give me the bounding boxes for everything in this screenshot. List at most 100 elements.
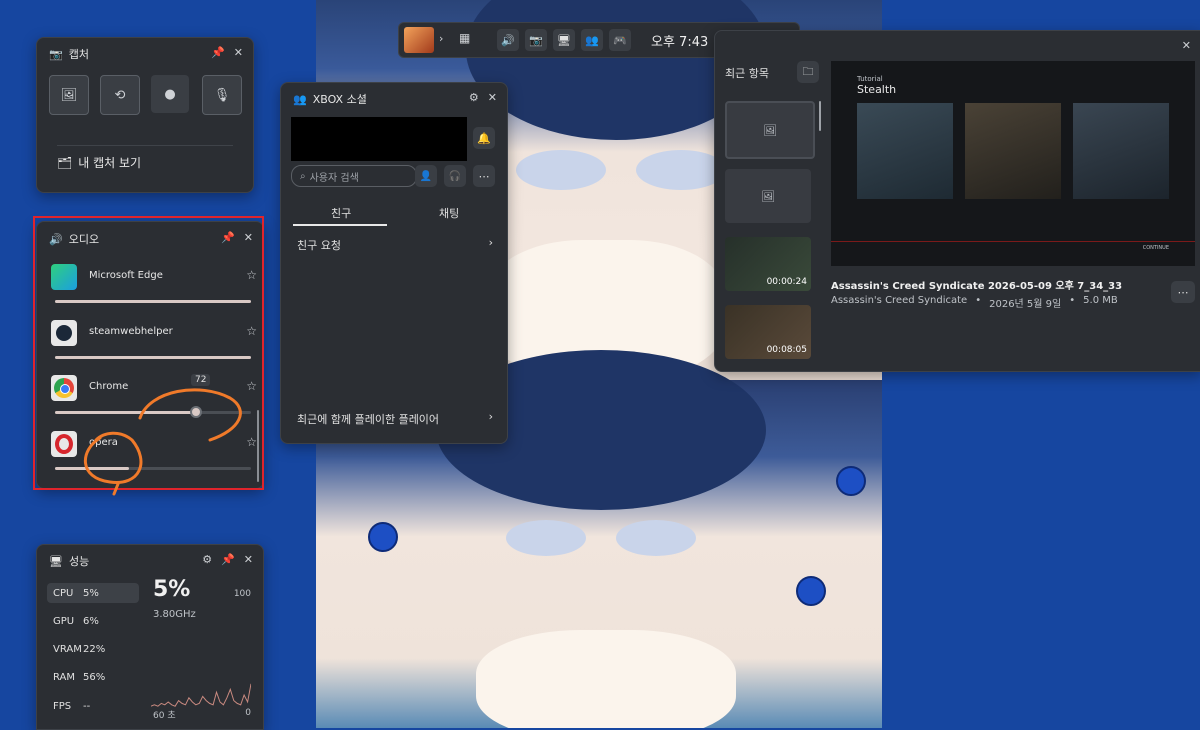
gallery-thumb[interactable]: 🖼: [725, 169, 811, 223]
chrome-icon: [51, 375, 77, 401]
view-captures-link[interactable]: 🗂 내 캡처 보기: [57, 154, 141, 171]
volume-slider-chrome[interactable]: [55, 406, 251, 418]
capture-title: 캡처: [68, 48, 89, 61]
favorite-star-icon[interactable]: ☆: [246, 268, 257, 282]
file-more-button[interactable]: ⋯: [1171, 281, 1195, 303]
audio-app-chrome: Chrome ☆ 72: [51, 374, 257, 421]
headset-button[interactable]: 🎧: [444, 165, 466, 187]
perf-row-vram[interactable]: VRAM 22%: [47, 639, 137, 659]
controller-icon: 🎮: [613, 33, 627, 47]
gallery-thumb[interactable]: 🖼: [725, 101, 815, 159]
volume-slider-edge[interactable]: [55, 300, 251, 303]
volume-slider-thumb[interactable]: [190, 406, 202, 418]
tab-friends[interactable]: 친구: [331, 205, 351, 221]
close-icon[interactable]: ✕: [244, 553, 253, 566]
graph-max-label: 100: [233, 589, 251, 599]
volume-tooltip: 72: [191, 374, 211, 386]
cpu-graph: [151, 683, 251, 707]
open-folder-button[interactable]: 🗀: [797, 61, 819, 83]
friend-requests-label: 친구 요청: [297, 239, 341, 252]
perf-row-ram[interactable]: RAM 56%: [47, 667, 137, 687]
app-name: Chrome: [89, 381, 129, 392]
perf-label: VRAM: [53, 643, 82, 655]
image-icon: 🖼: [761, 189, 775, 203]
add-friend-button[interactable]: 👤: [415, 165, 437, 187]
history-icon: ⟲: [114, 87, 126, 103]
record-button[interactable]: ●: [151, 75, 189, 113]
game-avatar[interactable]: [404, 27, 434, 53]
file-date: 2026년 5월 9일: [989, 299, 1062, 310]
perf-row-fps[interactable]: FPS --: [47, 696, 137, 716]
bell-icon: 🔔: [477, 131, 491, 145]
file-meta: Assassin's Creed Syndicate • 2026년 5월 9일…: [831, 295, 1118, 310]
file-game: Assassin's Creed Syndicate: [831, 295, 968, 306]
chevron-right-icon: ›: [488, 410, 493, 423]
volume-slider-steam[interactable]: [55, 356, 251, 359]
audio-widget: 🔊 오디오 📌 ✕ Microsoft Edge ☆ steamwebhelpe…: [36, 221, 264, 489]
profile-banner[interactable]: [291, 117, 467, 161]
perf-label: FPS: [53, 700, 72, 712]
app-name: steamwebhelper: [89, 326, 173, 337]
close-icon[interactable]: ✕: [234, 46, 243, 59]
microphone-toggle-button[interactable]: 🎙: [202, 75, 242, 115]
close-icon[interactable]: ✕: [488, 91, 497, 104]
record-dot-icon: ●: [164, 86, 176, 102]
graph-min-label: 0: [245, 708, 251, 718]
perf-value: 22%: [83, 643, 106, 655]
more-options-button[interactable]: ⋯: [473, 165, 495, 187]
settings-sliders-icon[interactable]: ⚙: [202, 553, 212, 566]
favorite-star-icon[interactable]: ☆: [246, 379, 257, 393]
recent-players-row[interactable]: 최근에 함께 플레이한 플레이어 ›: [297, 410, 493, 427]
pin-icon[interactable]: 📌: [221, 231, 235, 244]
pin-icon[interactable]: 📌: [211, 46, 225, 59]
close-icon[interactable]: ✕: [1182, 39, 1191, 52]
file-size: 5.0 MB: [1083, 295, 1118, 306]
capture-button[interactable]: 📷: [525, 29, 547, 51]
favorite-star-icon[interactable]: ☆: [246, 324, 257, 338]
close-icon[interactable]: ✕: [244, 231, 253, 244]
gallery-icon: 🗂: [57, 155, 73, 170]
notifications-button[interactable]: 🔔: [473, 127, 495, 149]
widget-menu-icon[interactable]: ▦: [459, 31, 470, 45]
mic-off-icon: 🎙: [213, 87, 231, 103]
add-person-icon: 👤: [419, 170, 433, 182]
image-icon: 🖼: [763, 123, 777, 137]
audio-scrollbar[interactable]: [257, 410, 259, 482]
gallery-button[interactable]: 🎮: [609, 29, 631, 51]
chevron-right-icon: ›: [488, 236, 493, 249]
capture-widget: 📷 캡처 📌 ✕ 🖼 ⟲ ● 🎙 🗂 내 캡처 보기: [36, 37, 254, 193]
volume-slider-opera[interactable]: [55, 467, 251, 470]
screenshot-button[interactable]: 🖼: [49, 75, 89, 115]
friend-requests-row[interactable]: 친구 요청 ›: [297, 236, 493, 253]
ellipsis-icon: ⋯: [1177, 285, 1189, 299]
perf-value: 5%: [83, 587, 99, 599]
perf-row-cpu[interactable]: CPU 5%: [47, 583, 139, 603]
edge-icon: [51, 264, 77, 290]
pin-icon[interactable]: 📌: [221, 553, 235, 566]
people-icon: 👥: [585, 33, 599, 47]
performance-widget: 🖥 성능 ⚙ 📌 ✕ CPU 5% GPU 6% VRAM 22% RAM 56% FP…: [36, 544, 264, 730]
perf-value: 6%: [83, 615, 99, 627]
social-button[interactable]: 👥: [581, 29, 603, 51]
audio-header: 🔊 오디오: [49, 231, 99, 247]
chevron-right-icon[interactable]: ›: [439, 32, 443, 45]
image-icon: 🖼: [60, 87, 78, 103]
performance-button[interactable]: 🖥: [553, 29, 575, 51]
gallery-video-thumb[interactable]: 00:00:24: [725, 237, 811, 291]
audio-button[interactable]: 🔊: [497, 29, 519, 51]
settings-sliders-icon[interactable]: ⚙: [469, 91, 479, 104]
tab-friends-underline: [293, 224, 387, 226]
favorite-star-icon[interactable]: ☆: [246, 435, 257, 449]
speaker-icon: 🔊: [49, 232, 63, 246]
record-last-button[interactable]: ⟲: [100, 75, 140, 115]
recent-label: 최근 항목: [725, 67, 769, 80]
user-search-input[interactable]: ⌕ 사용자 검색: [291, 165, 417, 187]
search-placeholder: 사용자 검색: [309, 172, 359, 184]
gallery-scrollbar[interactable]: [819, 101, 821, 131]
camera-icon: 📷: [529, 33, 543, 47]
clock: 오후 7:43: [651, 35, 709, 50]
tab-chat[interactable]: 채팅: [439, 205, 459, 221]
gallery-preview[interactable]: Tutorial Stealth CONTINUE: [831, 61, 1195, 266]
perf-row-gpu[interactable]: GPU 6%: [47, 611, 137, 631]
gallery-video-thumb[interactable]: 00:08:05: [725, 305, 811, 359]
